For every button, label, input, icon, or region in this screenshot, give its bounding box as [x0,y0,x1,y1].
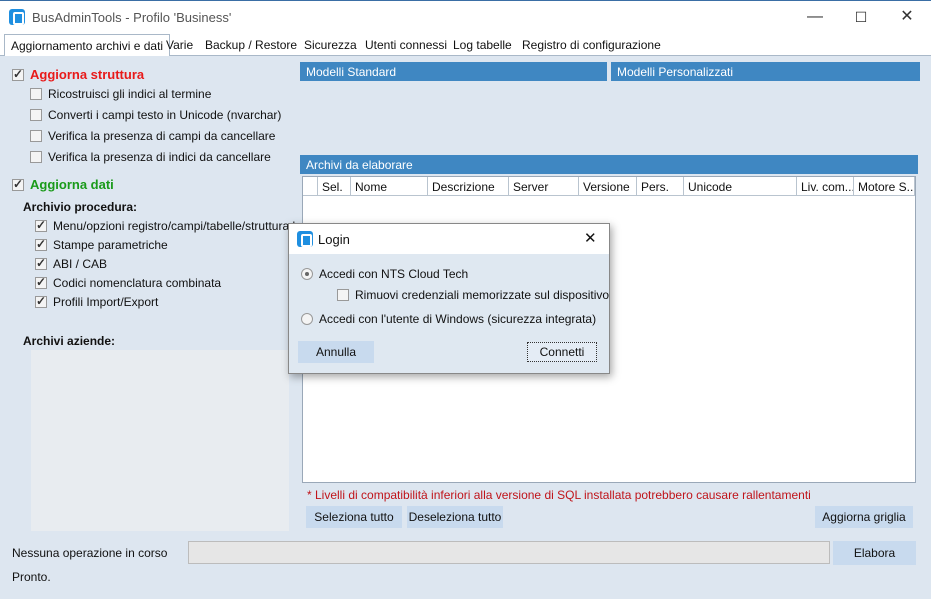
annulla-button[interactable]: Annulla [298,341,374,363]
checkbox-icon [35,294,47,308]
option-verifica-campi[interactable]: Verifica la presenza di campi da cancell… [30,129,275,143]
option-menu-opzioni[interactable]: Menu/opzioni registro/campi/tabelle/stru… [35,218,308,233]
column-header[interactable] [303,177,318,196]
dialog-title: Login [318,232,350,247]
radio-windows[interactable]: Accedi con l'utente di Windows (sicurezz… [301,312,596,326]
archivio-procedura-label: Archivio procedura: [23,200,138,214]
progress-bar [188,541,830,564]
aggiorna-dati-checkbox[interactable]: Aggiorna dati [12,177,114,192]
checkbox-icon [30,151,42,163]
checkbox-icon [30,109,42,121]
tab-log-tabelle[interactable]: Log tabelle [453,38,512,52]
checkbox-icon [12,67,24,81]
seleziona-tutto-button[interactable]: Seleziona tutto [306,506,402,528]
checkbox-icon [35,218,47,232]
login-dialog: Login ✕ Accedi con NTS Cloud Tech Rimuov… [288,223,610,374]
checkbox-icon [30,88,42,100]
deseleziona-tutto-button[interactable]: Deseleziona tutto [407,506,503,528]
column-header-nome[interactable]: Nome [351,177,428,196]
tab-backup-restore[interactable]: Backup / Restore [205,38,297,52]
option-ricostruisci-indici[interactable]: Ricostruisci gli indici al termine [30,87,211,101]
radio-icon [301,268,313,280]
option-profili-import-export[interactable]: Profili Import/Export [35,294,158,309]
tab-varie[interactable]: Varie [166,38,193,52]
tab-sicurezza[interactable]: Sicurezza [304,38,357,52]
option-abi-cab[interactable]: ABI / CAB [35,256,107,271]
tab-aggiornamento[interactable]: Aggiornamento archivi e dati [4,34,171,57]
column-header-liv-compatibilita[interactable]: Liv. com... [797,177,854,196]
column-header-descrizione[interactable]: Descrizione [428,177,509,196]
checkbox-icon [35,275,47,289]
window-title: BusAdminTools - Profilo 'Business' [32,10,232,25]
dialog-close-button[interactable]: ✕ [584,229,597,247]
checkbox-icon [30,130,42,142]
app-icon [9,9,25,25]
title-bar: BusAdminTools - Profilo 'Business' — ☐ ✕ [0,0,931,32]
elabora-button[interactable]: Elabora [833,541,916,565]
archivi-header: Archivi da elaborare [300,155,918,174]
archivi-aziende-label: Archivi aziende: [23,334,116,348]
column-header-pers[interactable]: Pers. [637,177,684,196]
option-verifica-indici[interactable]: Verifica la presenza di indici da cancel… [30,150,271,164]
tab-bar: Aggiornamento archivi e dati Varie Backu… [0,34,931,57]
connetti-button[interactable]: Connetti [527,342,597,362]
aggiorna-griglia-button[interactable]: Aggiorna griglia [815,506,913,528]
column-header-sel[interactable]: Sel. [318,177,351,196]
aggiorna-struttura-checkbox[interactable]: Aggiorna struttura [12,67,144,82]
modelli-standard-header[interactable]: Modelli Standard [300,62,607,81]
column-header-versione[interactable]: Versione [579,177,637,196]
close-button[interactable]: ✕ [892,6,922,28]
checkbox-icon [35,237,47,251]
radio-nts-cloud[interactable]: Accedi con NTS Cloud Tech [301,267,468,281]
tab-utenti-connessi[interactable]: Utenti connessi [365,38,447,52]
dialog-title-bar: Login ✕ [289,224,609,254]
operation-status: Nessuna operazione in corso [12,546,168,560]
option-converti-unicode[interactable]: Converti i campi testo in Unicode (nvarc… [30,108,281,122]
tab-registro-configurazione[interactable]: Registro di configurazione [522,38,661,52]
status-text: Pronto. [12,570,51,584]
minimize-button[interactable]: — [800,6,830,28]
option-codici-nomenclatura[interactable]: Codici nomenclatura combinata [35,275,221,290]
option-stampe-parametriche[interactable]: Stampe parametriche [35,237,168,252]
rimuovi-credenziali-checkbox[interactable]: Rimuovi credenziali memorizzate sul disp… [337,288,609,302]
checkbox-icon [35,256,47,270]
column-header-unicode[interactable]: Unicode [684,177,797,196]
column-header-motore-sql[interactable]: Motore S... [854,177,915,196]
maximize-button[interactable]: ☐ [846,6,876,28]
modelli-personalizzati-header[interactable]: Modelli Personalizzati [611,62,920,81]
checkbox-icon [337,289,349,301]
app-icon [297,231,313,247]
radio-icon [301,313,313,325]
compatibility-warning: * Livelli di compatibilità inferiori all… [307,488,811,502]
checkbox-icon [12,177,24,191]
column-header-server[interactable]: Server [509,177,579,196]
archivi-aziende-list[interactable] [31,350,289,531]
